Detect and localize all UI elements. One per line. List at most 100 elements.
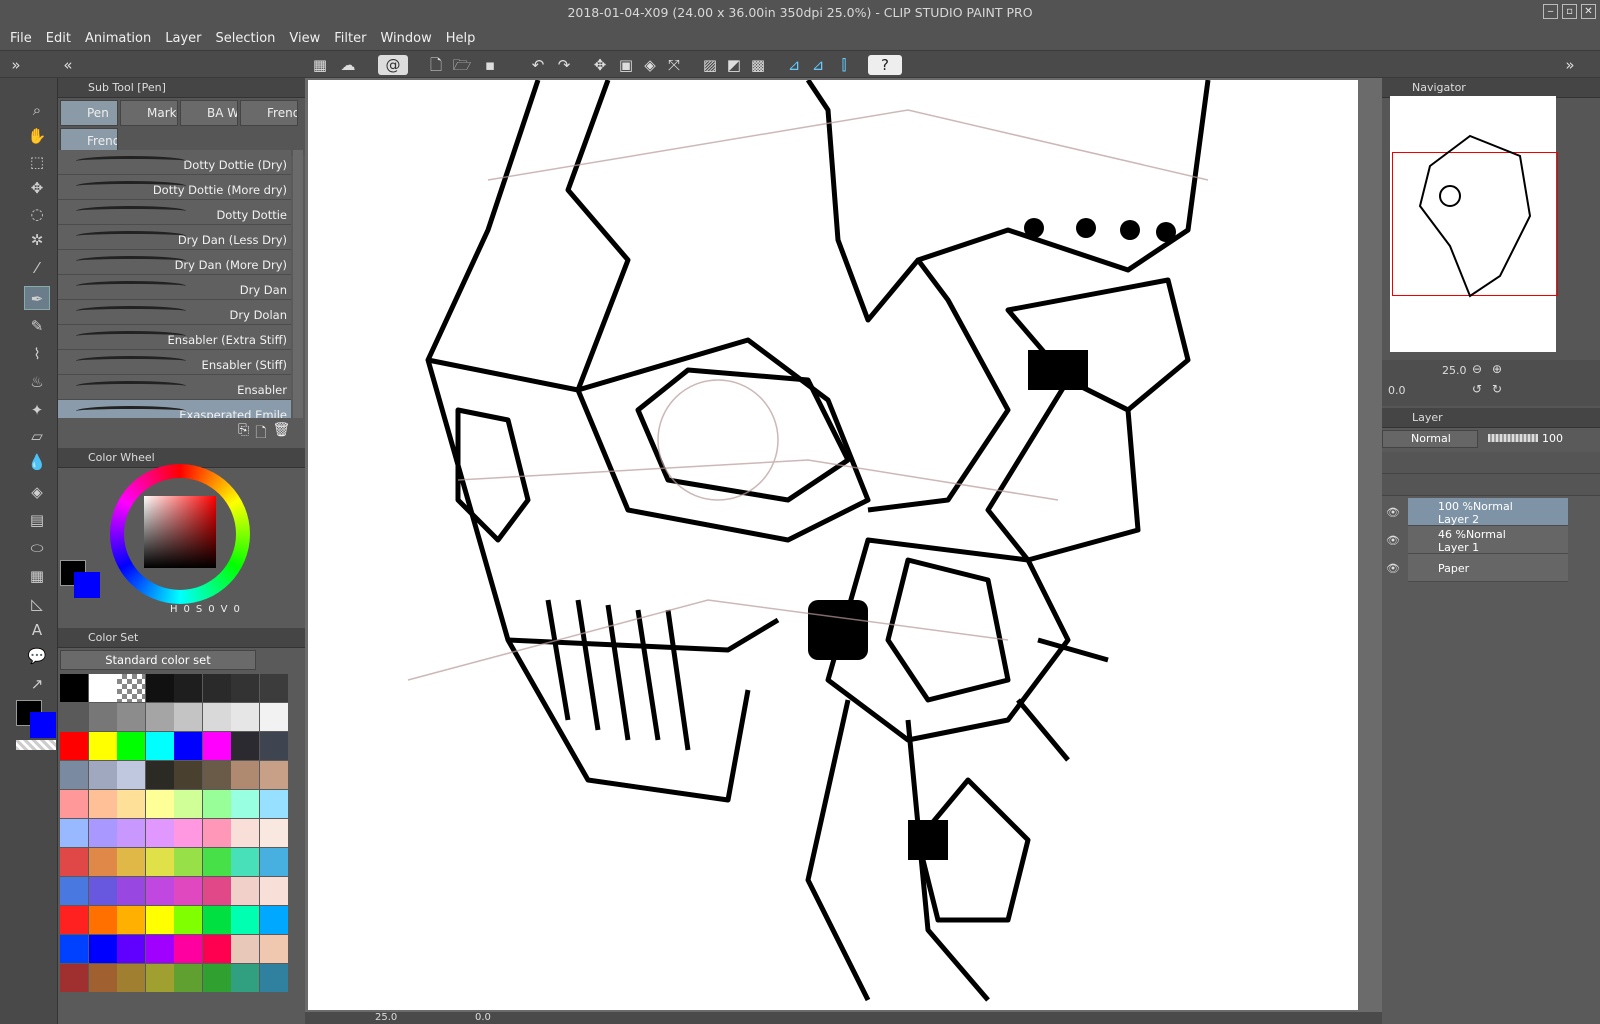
color-swatch[interactable]	[174, 732, 202, 760]
rotate-left-icon[interactable]: ↺	[1472, 382, 1482, 396]
hand-tool-icon[interactable]: ✋	[24, 124, 50, 148]
new-file-icon[interactable]: 🗋	[426, 55, 446, 75]
snap-ruler-icon[interactable]: ⊿	[784, 55, 804, 75]
color-swatch[interactable]	[117, 674, 145, 702]
color-swatch[interactable]	[145, 877, 174, 905]
color-swatch[interactable]	[174, 964, 202, 992]
color-swatch[interactable]	[202, 761, 231, 789]
color-swatch[interactable]	[145, 906, 174, 934]
color-swatch[interactable]	[60, 674, 88, 702]
brush-icon[interactable]: ⌇	[24, 342, 50, 366]
color-swatch[interactable]	[60, 906, 88, 934]
blend-icon[interactable]: 💧	[24, 450, 50, 474]
close-icon[interactable]: ✕	[1581, 4, 1596, 19]
color-set-select[interactable]: Standard color set	[60, 650, 256, 670]
zoom-in-icon[interactable]: ⊕	[1492, 362, 1502, 376]
color-swatch[interactable]	[259, 819, 288, 847]
scale-icon[interactable]: ⤧	[664, 55, 684, 75]
tab-frend[interactable]: Frend	[240, 100, 298, 126]
color-swatch[interactable]	[202, 819, 231, 847]
delete-subtool-icon[interactable]: 🗑	[272, 422, 290, 446]
color-swatch[interactable]	[117, 790, 145, 818]
snap-grid-icon[interactable]: ⫿	[834, 55, 854, 75]
grid-icon[interactable]: ▦	[310, 55, 330, 75]
minimize-icon[interactable]: ‒	[1543, 4, 1558, 19]
menu-view[interactable]: View	[289, 31, 320, 46]
color-swatch[interactable]	[202, 906, 231, 934]
color-swatch[interactable]	[60, 732, 88, 760]
navigator-zoom[interactable]: 25.0	[1442, 364, 1467, 377]
saturation-value-square[interactable]	[144, 496, 216, 568]
eye-icon[interactable]: 👁	[1386, 506, 1400, 519]
fill-selection-icon[interactable]: ◩	[724, 55, 744, 75]
color-swatch[interactable]	[88, 877, 117, 905]
color-swatch[interactable]	[202, 732, 231, 760]
brush-item[interactable]: Ensabler (Extra Stiff)	[58, 325, 291, 350]
color-swatch[interactable]	[60, 877, 88, 905]
canvas-angle-value[interactable]: 0.0	[475, 1012, 491, 1023]
color-swatch[interactable]	[88, 674, 117, 702]
sub-color-chip[interactable]	[74, 572, 100, 598]
select-all-icon[interactable]: ▩	[748, 55, 768, 75]
brush-item[interactable]: Ensabler	[58, 375, 291, 400]
collapse-left-icon-2[interactable]: «	[58, 55, 78, 75]
color-swatch[interactable]	[202, 964, 231, 992]
magic-wand-icon[interactable]: ✲	[24, 228, 50, 252]
color-swatch[interactable]	[259, 761, 288, 789]
layer-row[interactable]: 👁 Paper	[1386, 554, 1568, 582]
color-swatch[interactable]	[174, 703, 202, 731]
text-icon[interactable]: A	[24, 618, 50, 642]
menu-animation[interactable]: Animation	[85, 31, 151, 46]
transform-icon[interactable]: ✥	[590, 55, 610, 75]
tab-pen[interactable]: Pen	[60, 100, 118, 126]
tab-ba[interactable]: BA W:	[180, 100, 238, 126]
layer-row[interactable]: 👁 100 %Normal Layer 2	[1386, 498, 1568, 526]
opacity-slider[interactable]	[1488, 434, 1538, 442]
zoom-tool-icon[interactable]: ⌕	[24, 98, 50, 122]
brush-item[interactable]: Ensabler (Stiff)	[58, 350, 291, 375]
color-swatch[interactable]	[174, 935, 202, 963]
color-swatch[interactable]	[145, 674, 174, 702]
color-swatch[interactable]	[231, 935, 259, 963]
color-swatch[interactable]	[174, 761, 202, 789]
airbrush-icon[interactable]: ♨	[24, 370, 50, 394]
eraser-icon[interactable]: ▱	[24, 424, 50, 448]
eye-icon[interactable]: 👁	[1386, 534, 1400, 547]
rotate-right-icon[interactable]: ↻	[1492, 382, 1502, 396]
maximize-icon[interactable]: ▫	[1562, 4, 1577, 19]
color-swatch[interactable]	[259, 877, 288, 905]
color-swatch[interactable]	[60, 819, 88, 847]
ruler-icon[interactable]: ◺	[24, 592, 50, 616]
transparent-color-swatch[interactable]	[16, 740, 56, 750]
color-swatch[interactable]	[259, 935, 288, 963]
color-swatch[interactable]	[259, 790, 288, 818]
menu-filter[interactable]: Filter	[334, 31, 366, 46]
color-swatch[interactable]	[60, 790, 88, 818]
color-swatch[interactable]	[174, 790, 202, 818]
redo-icon[interactable]: ↷	[554, 55, 574, 75]
color-swatch[interactable]	[88, 819, 117, 847]
color-swatch[interactable]	[117, 761, 145, 789]
color-swatch[interactable]	[174, 848, 202, 876]
color-swatch[interactable]	[117, 964, 145, 992]
color-swatch[interactable]	[174, 877, 202, 905]
color-swatch[interactable]	[202, 877, 231, 905]
color-swatch[interactable]	[145, 848, 174, 876]
decoration-icon[interactable]: ✦	[24, 398, 50, 422]
color-swatch[interactable]	[259, 906, 288, 934]
color-swatch[interactable]	[60, 703, 88, 731]
color-swatch[interactable]	[88, 732, 117, 760]
menu-edit[interactable]: Edit	[46, 31, 71, 46]
color-swatch[interactable]	[117, 732, 145, 760]
color-swatch[interactable]	[88, 848, 117, 876]
collapse-right-icon[interactable]: »	[1560, 55, 1580, 75]
brush-item[interactable]: Dotty Dottie (More dry)	[58, 175, 291, 200]
color-swatch[interactable]	[88, 906, 117, 934]
color-swatch[interactable]	[88, 761, 117, 789]
brush-list-scrollbar[interactable]	[293, 150, 303, 418]
color-swatch[interactable]	[145, 819, 174, 847]
color-swatch[interactable]	[174, 674, 202, 702]
new-subtool-icon[interactable]: 🗋	[255, 422, 266, 446]
menu-help[interactable]: Help	[446, 31, 476, 46]
color-swatch[interactable]	[88, 790, 117, 818]
